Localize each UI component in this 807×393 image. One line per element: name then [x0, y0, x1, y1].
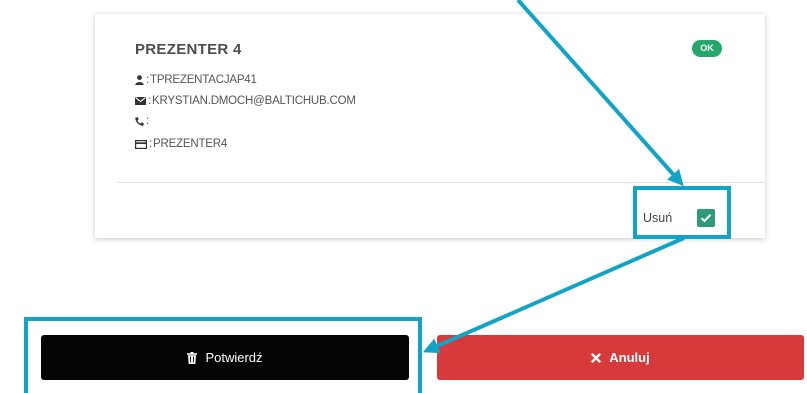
arrow-icon: [516, 0, 684, 187]
annotation-arrows: [422, 0, 685, 354]
arrow-icon: [422, 236, 685, 354]
